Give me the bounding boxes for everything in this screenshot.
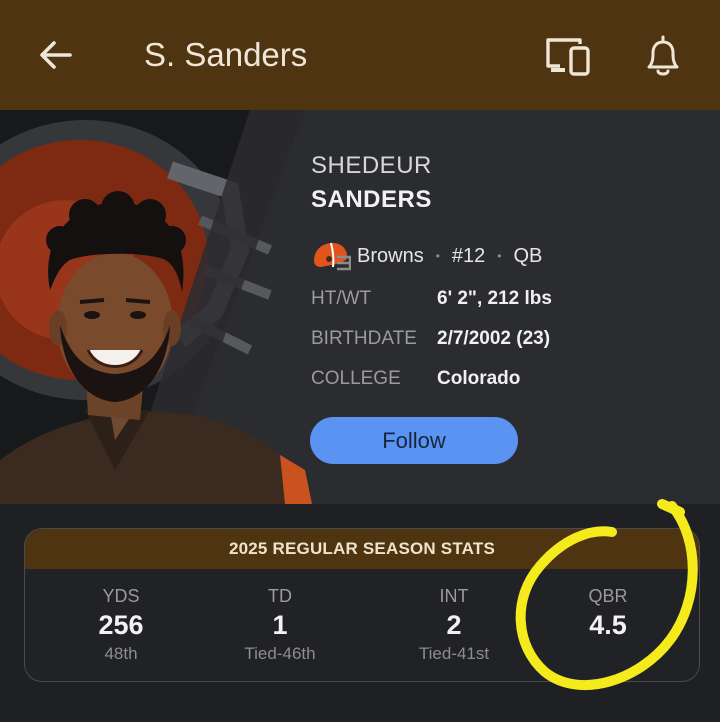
detail-value: 6' 2", 212 lbs [437,288,552,309]
stat-label: TD [268,586,292,606]
arrow-back-icon[interactable] [36,35,76,75]
stat-label: INT [439,586,469,606]
stat-value: 256 [98,610,144,640]
stat-value: 4.5 [589,610,627,640]
app-bar: S. Sanders [0,0,720,110]
stat-rank: 48th [104,644,138,663]
season-stats-card: 2025 REGULAR SEASON STATS YDS 256 48th T… [24,528,700,682]
player-photo [0,110,312,504]
stat-td: TD 1 Tied-46th [200,585,360,665]
browns-helmet-icon[interactable] [311,241,351,271]
detail-label: COLLEGE [311,368,401,389]
stat-yds: YDS 256 48th [41,585,201,665]
separator-dot: • [497,249,502,263]
stat-rank: Tied-41st [418,644,490,663]
player-last-name: SANDERS [311,186,432,213]
jersey-number: #12 [451,244,486,267]
stat-value: 1 [272,610,288,640]
page-title: S. Sanders [144,36,308,73]
stat-value: 2 [446,610,462,640]
detail-value: Colorado [437,368,521,389]
player-position: QB [513,244,543,267]
stat-int: INT 2 Tied-41st [374,585,534,665]
player-hero: SHEDEUR SANDERS Browns • #12 • QB HT/WT … [0,110,720,504]
player-first-name: SHEDEUR [311,152,432,179]
detail-label: HT/WT [311,288,372,309]
cast-devices-icon[interactable] [545,36,591,76]
team-name[interactable]: Browns [357,245,424,268]
separator-dot: • [435,249,440,263]
stat-qbr: QBR 4.5 [528,585,688,643]
stat-label: QBR [588,586,628,606]
stat-label: YDS [102,586,140,606]
detail-label: BIRTHDATE [311,328,417,349]
follow-button[interactable]: Follow [310,417,518,464]
bell-icon[interactable] [641,33,685,79]
stat-rank: Tied-46th [244,644,316,663]
team-line: Browns • #12 • QB [311,240,542,272]
stats-card-title: 2025 REGULAR SEASON STATS [25,529,699,569]
detail-value: 2/7/2002 (23) [437,328,551,349]
